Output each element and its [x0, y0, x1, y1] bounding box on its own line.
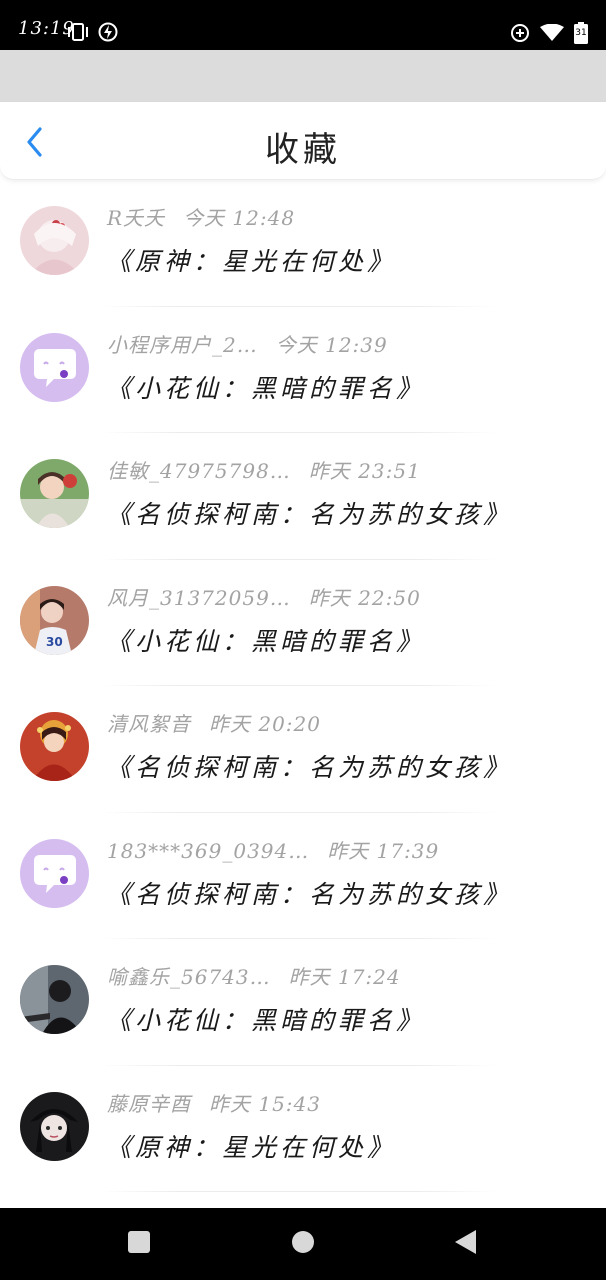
- timestamp: 昨天 15:43: [209, 1091, 321, 1116]
- timestamp: 今天 12:39: [275, 332, 388, 357]
- timestamp: 今天 12:48: [183, 206, 296, 230]
- status-right-icons: 31: [510, 22, 588, 48]
- data-saver-icon: [510, 23, 530, 47]
- home-circle-icon: [291, 1230, 315, 1258]
- favorites-list: R夭夭 今天 12:48 《原神：星光在何处》 小程序用户_2… 今天 12:39 …: [0, 180, 606, 1192]
- avatar: [20, 965, 89, 1034]
- user-name: 藤原辛酉 昨天 15:43: [107, 1091, 321, 1116]
- avatar: [20, 1091, 89, 1161]
- divider: [100, 1191, 496, 1192]
- favorite-title: 《小花仙：黑暗的罪名》: [106, 1006, 426, 1035]
- battery-level: 31: [575, 28, 587, 38]
- avatar: [20, 712, 89, 781]
- list-item[interactable]: 30 风月_31372059… 昨天 22:50 《小花仙：黑暗的罪名》: [0, 560, 606, 686]
- timestamp: 昨天 22:50: [308, 585, 421, 610]
- timestamp: 昨天 17:24: [288, 965, 401, 989]
- avatar: 30: [20, 585, 89, 655]
- list-item[interactable]: 小程序用户_2… 今天 12:39 《小花仙：黑暗的罪名》: [0, 307, 606, 433]
- page-title: 收藏: [265, 130, 341, 170]
- user-name: 佳敏_47975798… 昨天 23:51: [107, 459, 421, 483]
- home-button[interactable]: [289, 1230, 317, 1258]
- list-item[interactable]: 183***369_0394… 昨天 17:39 《名侦探柯南：名为苏的女孩》: [0, 813, 606, 939]
- recents-square-icon: [127, 1230, 151, 1258]
- user-name: 风月_31372059… 昨天 22:50: [107, 585, 421, 610]
- back-nav-button[interactable]: [452, 1230, 480, 1258]
- wifi-icon: [540, 23, 564, 46]
- user-name: R夭夭 今天 12:48: [107, 206, 296, 230]
- list-item[interactable]: 佳敏_47975798… 昨天 23:51 《名侦探柯南：名为苏的女孩》: [0, 433, 606, 560]
- list-item[interactable]: R夭夭 今天 12:48 《原神：星光在何处》: [0, 180, 606, 307]
- timestamp: 昨天 23:51: [308, 459, 421, 483]
- avatar: [20, 206, 89, 275]
- user-name: 183***369_0394… 昨天 17:39: [107, 838, 440, 863]
- list-item[interactable]: 清风絮音 昨天 20:20 《名侦探柯南：名为苏的女孩》: [0, 686, 606, 813]
- back-triangle-icon: [454, 1229, 478, 1259]
- favorite-title: 《原神：星光在何处》: [106, 247, 397, 276]
- status-bar: 13:19 31: [0, 0, 606, 50]
- timestamp: 昨天 17:39: [327, 838, 440, 863]
- user-name: 清风絮音 昨天 20:20: [107, 712, 321, 736]
- favorite-title: 《小花仙：黑暗的罪名》: [106, 373, 426, 403]
- favorite-title: 《名侦探柯南：名为苏的女孩》: [106, 753, 513, 782]
- status-left-icons: [66, 22, 118, 46]
- header: 收藏: [0, 102, 606, 180]
- favorite-title: 《原神：星光在何处》: [106, 1132, 397, 1162]
- user-name: 喻鑫乐_56743… 昨天 17:24: [107, 965, 401, 989]
- navigation-bar: [0, 1208, 606, 1280]
- battery-icon: 31: [574, 22, 588, 48]
- gray-band: [0, 50, 606, 102]
- list-item[interactable]: 喻鑫乐_56743… 昨天 17:24 《小花仙：黑暗的罪名》: [0, 939, 606, 1066]
- avatar: [20, 459, 89, 528]
- avatar: [20, 332, 89, 402]
- timestamp: 昨天 20:20: [209, 712, 321, 736]
- favorite-title: 《小花仙：黑暗的罪名》: [106, 626, 426, 656]
- favorite-title: 《名侦探柯南：名为苏的女孩》: [106, 500, 513, 529]
- list-item[interactable]: 藤原辛酉 昨天 15:43 《原神：星光在何处》: [0, 1066, 606, 1192]
- avatar: [20, 838, 89, 908]
- recents-button[interactable]: [125, 1230, 153, 1258]
- svg-text:30: 30: [46, 635, 63, 649]
- charging-icon: [98, 22, 118, 46]
- favorite-title: 《名侦探柯南：名为苏的女孩》: [106, 879, 513, 909]
- vibrate-icon: [66, 23, 90, 45]
- user-name: 小程序用户_2… 今天 12:39: [107, 332, 388, 357]
